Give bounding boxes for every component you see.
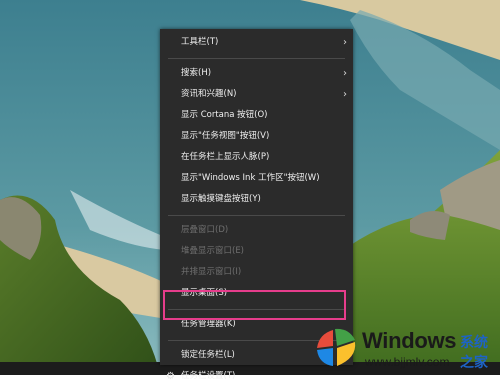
- menu-item-show-windows-stacked: 堆叠显示窗口(E): [160, 241, 353, 262]
- menu-item-show-windows-side-by-side: 并排显示窗口(I): [160, 262, 353, 283]
- menu-item-label: 层叠窗口(D): [181, 225, 229, 235]
- menu-item-show-task-view-button[interactable]: 显示"任务视图"按钮(V): [160, 126, 353, 147]
- menu-item-show-people[interactable]: 在任务栏上显示人脉(P): [160, 147, 353, 168]
- chevron-right-icon: ›: [343, 89, 347, 100]
- menu-item-cascade-windows: 层叠窗口(D): [160, 220, 353, 241]
- menu-divider: [168, 215, 345, 216]
- menu-item-label: 任务管理器(K): [181, 319, 236, 329]
- watermark-title: Windows: [362, 328, 457, 353]
- menu-item-label: 显示"任务视图"按钮(V): [181, 131, 270, 141]
- menu-item-label: 显示触摸键盘按钮(Y): [181, 194, 261, 204]
- menu-item-label: 资讯和兴趣(N): [181, 89, 237, 99]
- menu-item-show-cortana-button[interactable]: 显示 Cortana 按钮(O): [160, 105, 353, 126]
- menu-item-label: 工具栏(T): [181, 37, 219, 47]
- menu-item-show-windows-ink-button[interactable]: 显示"Windows Ink 工作区"按钮(W): [160, 168, 353, 189]
- chevron-right-icon: ›: [343, 68, 347, 79]
- watermark-subtitle: 系统之家: [460, 335, 488, 371]
- menu-item-label: 并排显示窗口(I): [181, 267, 242, 277]
- menu-item-show-touch-keyboard-button[interactable]: 显示触摸键盘按钮(Y): [160, 189, 353, 210]
- watermark: Windows 系统之家 www.bjjmlv.com: [305, 322, 500, 375]
- gear-icon: ⚙: [166, 371, 175, 382]
- menu-item-label: 显示"Windows Ink 工作区"按钮(W): [181, 173, 320, 183]
- chevron-right-icon: ›: [343, 37, 347, 48]
- menu-item-label: 在任务栏上显示人脉(P): [181, 152, 270, 162]
- menu-item-label: 任务栏设置(T): [181, 371, 236, 381]
- menu-item-label: 显示 Cortana 按钮(O): [181, 110, 268, 120]
- menu-divider: [168, 58, 345, 59]
- menu-item-label: 搜索(H): [181, 68, 212, 78]
- menu-item-toolbars[interactable]: 工具栏(T) ›: [160, 32, 353, 53]
- watermark-url: www.bjjmlv.com: [365, 355, 450, 369]
- menu-item-news-and-interests[interactable]: 资讯和兴趣(N) ›: [160, 84, 353, 105]
- menu-item-label: 堆叠显示窗口(E): [181, 246, 245, 256]
- windows-logo-icon: [317, 328, 356, 366]
- menu-item-search[interactable]: 搜索(H) ›: [160, 63, 353, 84]
- menu-item-label: 锁定任务栏(L): [181, 350, 235, 360]
- highlight-box: [163, 290, 346, 320]
